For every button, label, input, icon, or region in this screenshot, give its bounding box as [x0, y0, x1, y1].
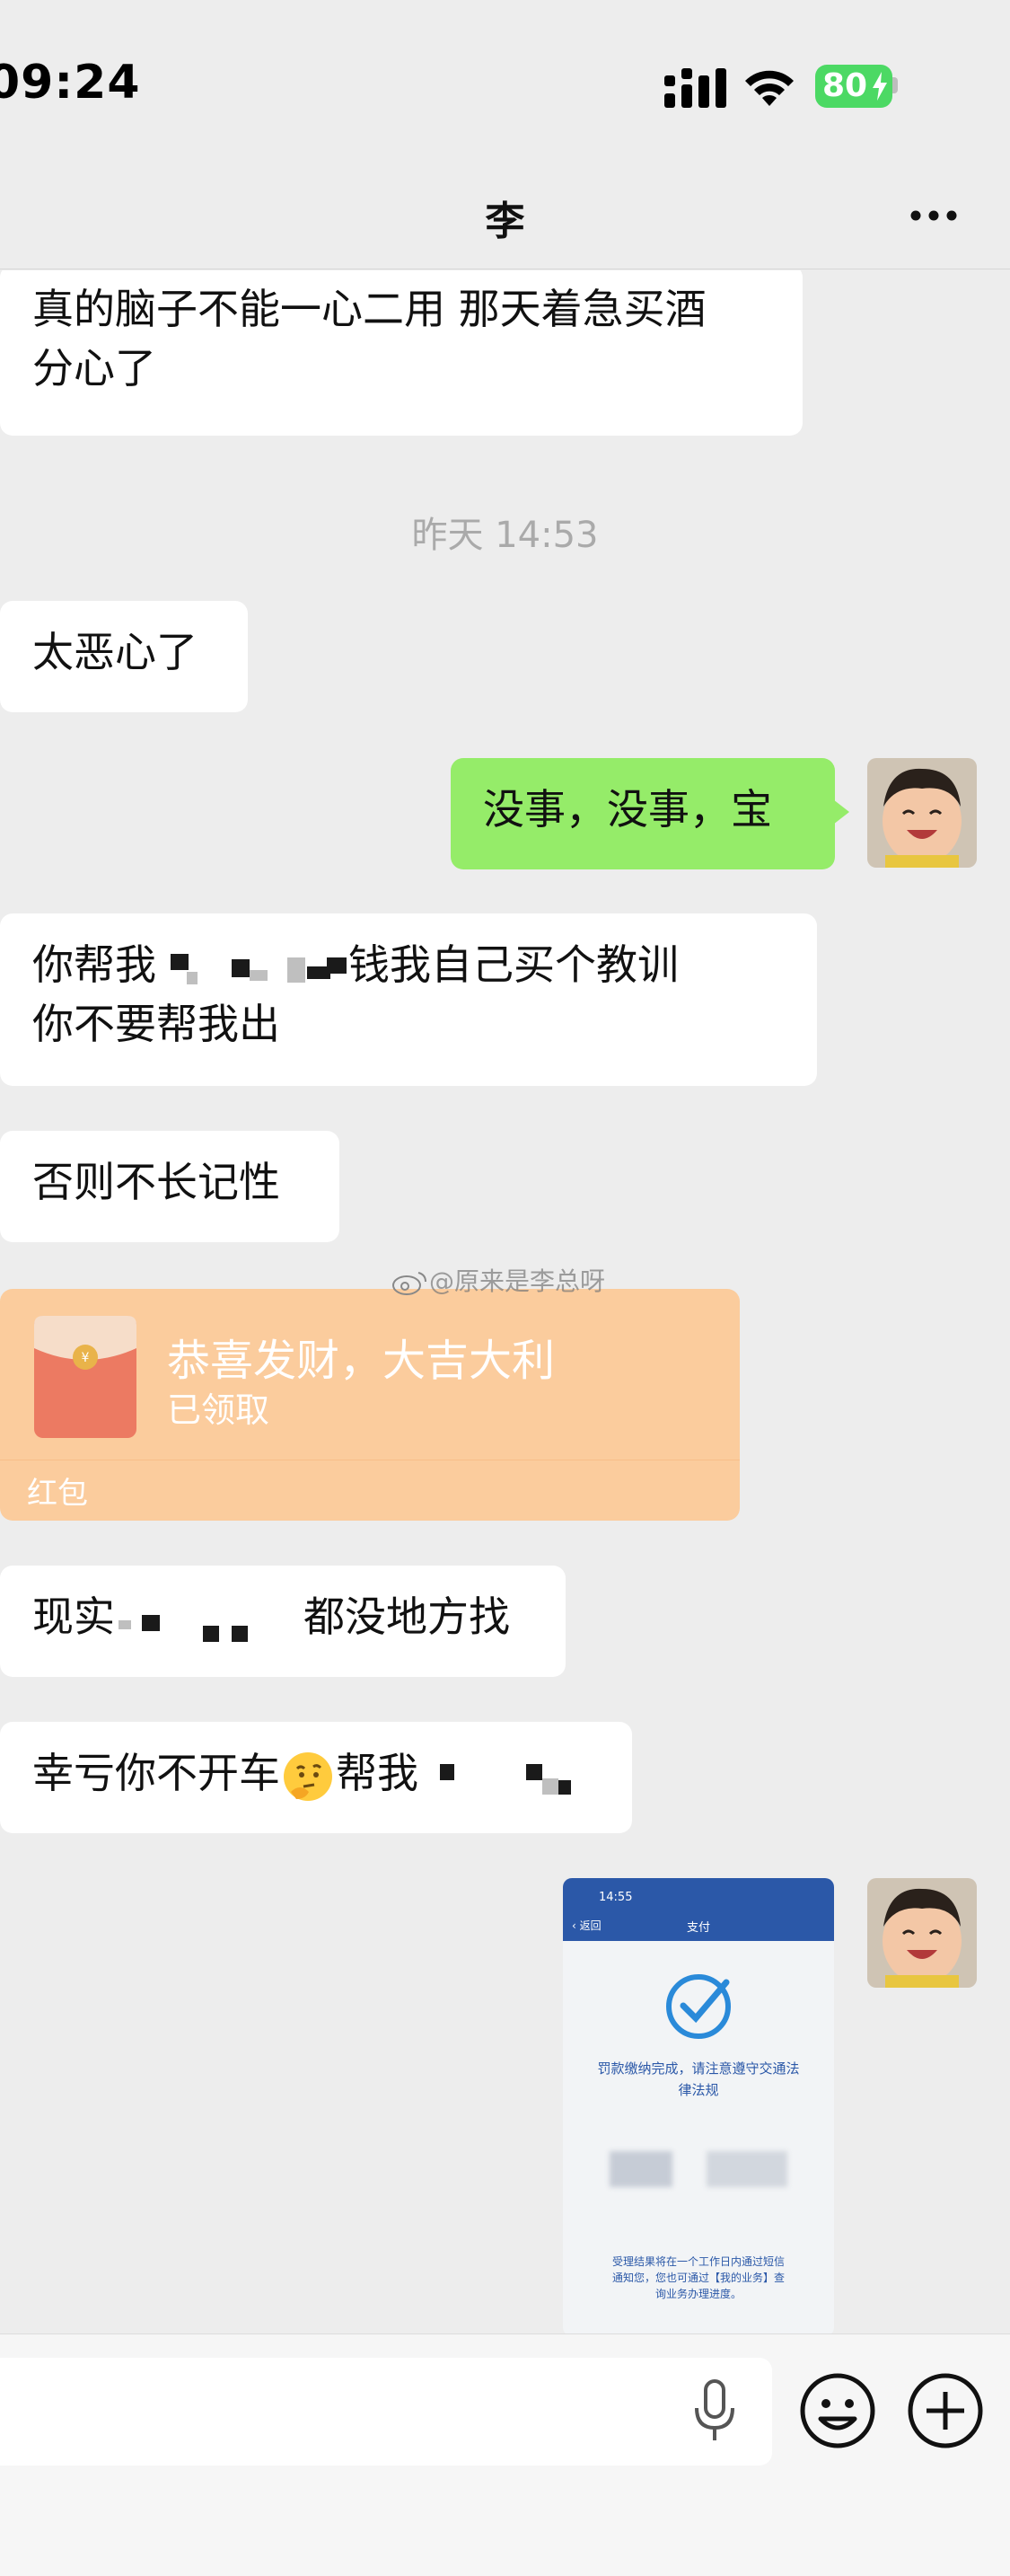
svg-text:¥: ¥ [82, 1351, 90, 1365]
redacted-mosaic [115, 1602, 303, 1642]
redacted-blur [610, 2151, 672, 2187]
cellular-signal-icon [664, 68, 726, 108]
screenshot-result-line: 律法规 [678, 2082, 719, 2098]
red-packet-message[interactable]: ¥ 恭喜发财，大吉大利 已领取 红包 [0, 1289, 740, 1521]
voice-icon[interactable] [686, 2378, 743, 2446]
redacted-blur [707, 2151, 787, 2187]
emoji-icon[interactable] [797, 2370, 878, 2451]
wifi-icon [745, 70, 794, 106]
avatar-photo-icon [867, 1878, 977, 1988]
message-text: 帮我 [336, 1749, 418, 1797]
avatar[interactable] [867, 1878, 977, 1988]
screenshot-result: 罚款缴纳完成，请注意遵守交通法 律法规 [575, 2058, 821, 2101]
message-text: 都没地方找 [303, 1592, 510, 1641]
screenshot-note-line: 通知您，您也可通过【我的业务】查 [611, 2272, 785, 2284]
chat-title: 李 [485, 198, 525, 244]
message-timestamp: 昨天 14:53 [411, 515, 599, 556]
message-bubble-received[interactable]: 你帮我 钱我自己买个教训 你不要帮我出 [0, 913, 817, 1086]
watermark-text: @原来是李总呀 [429, 1266, 606, 1296]
screenshot-header: 14:55 ‹ 返回 支付 [563, 1878, 834, 1941]
message-text: 分心了 [32, 344, 156, 393]
more-dots-icon[interactable] [907, 205, 961, 226]
message-text: 否则不长记性 [32, 1158, 280, 1206]
image-message[interactable]: 14:55 ‹ 返回 支付 罚款缴纳完成，请注意遵守交通法 律法规 受理结果将在… [563, 1878, 834, 2334]
message-bubble-received[interactable]: 否则不长记性 [0, 1131, 339, 1242]
screenshot-title: 支付 [686, 1921, 710, 1935]
avatar-photo-icon [867, 758, 977, 868]
message-input[interactable] [0, 2358, 772, 2466]
checkmark-circle-icon [666, 1974, 731, 2039]
red-packet-label: 红包 [27, 1476, 88, 1512]
chat-message-list[interactable]: 真的脑子不能一心二用 那天着急买酒 分心了 昨天 14:53 太恶心了 没事，没… [0, 270, 1010, 2334]
screenshot-note-line: 询业务办理进度。 [654, 2288, 742, 2300]
message-bubble-sent[interactable]: 没事，没事，宝 [451, 758, 849, 869]
message-text: 你帮我 [32, 940, 156, 989]
plus-icon[interactable] [905, 2370, 986, 2451]
battery-charging-icon [873, 72, 887, 101]
battery-nub [892, 77, 898, 93]
avatar[interactable] [867, 758, 977, 868]
message-text: 没事，没事，宝 [483, 785, 772, 834]
thinking-face-icon [284, 1751, 332, 1801]
status-time: 09:24 [0, 56, 141, 110]
message-text: 真的脑子不能一心二用 那天着急买酒 [32, 285, 707, 333]
watermark: @原来是李总呀 [391, 1262, 605, 1298]
screenshot-note-line: 受理结果将在一个工作日内通过短信 [611, 2255, 785, 2268]
message-bubble-received[interactable]: 太恶心了 [0, 601, 248, 712]
redacted-mosaic [156, 950, 348, 986]
screenshot-note: 受理结果将在一个工作日内通过短信 通知您，您也可通过【我的业务】查 询业务办理进… [595, 2254, 802, 2302]
message-text: 现实 [32, 1592, 115, 1641]
message-text: 你不要帮我出 [32, 1000, 280, 1048]
message-line: 你帮我 钱我自己买个教训 [32, 935, 785, 994]
red-packet-title: 恭喜发财，大吉大利 [167, 1336, 556, 1386]
message-bubble-received[interactable]: 真的脑子不能一心二用 那天着急买酒 分心了 [0, 270, 803, 436]
message-text: 太恶心了 [32, 628, 198, 676]
message-bubble-received[interactable]: 现实 都没地方找 [0, 1566, 566, 1677]
screenshot-time: 14:55 [599, 1891, 633, 1904]
redacted-mosaic [418, 1759, 571, 1795]
message-text: 幸亏你不开车 [32, 1749, 280, 1797]
screenshot-result-line: 罚款缴纳完成，请注意遵守交通法 [597, 2060, 800, 2077]
message-text: 钱我自己买个教训 [348, 940, 679, 989]
red-packet-status: 已领取 [167, 1390, 270, 1430]
message-bubble-received[interactable]: 幸亏你不开车 帮我 [0, 1722, 632, 1833]
weibo-logo-icon [392, 1272, 426, 1295]
status-bar: 09:24 80 [0, 0, 1010, 171]
red-envelope-icon: ¥ [34, 1316, 136, 1438]
chat-header: 李 [0, 171, 1010, 269]
input-bar [0, 2333, 1010, 2576]
